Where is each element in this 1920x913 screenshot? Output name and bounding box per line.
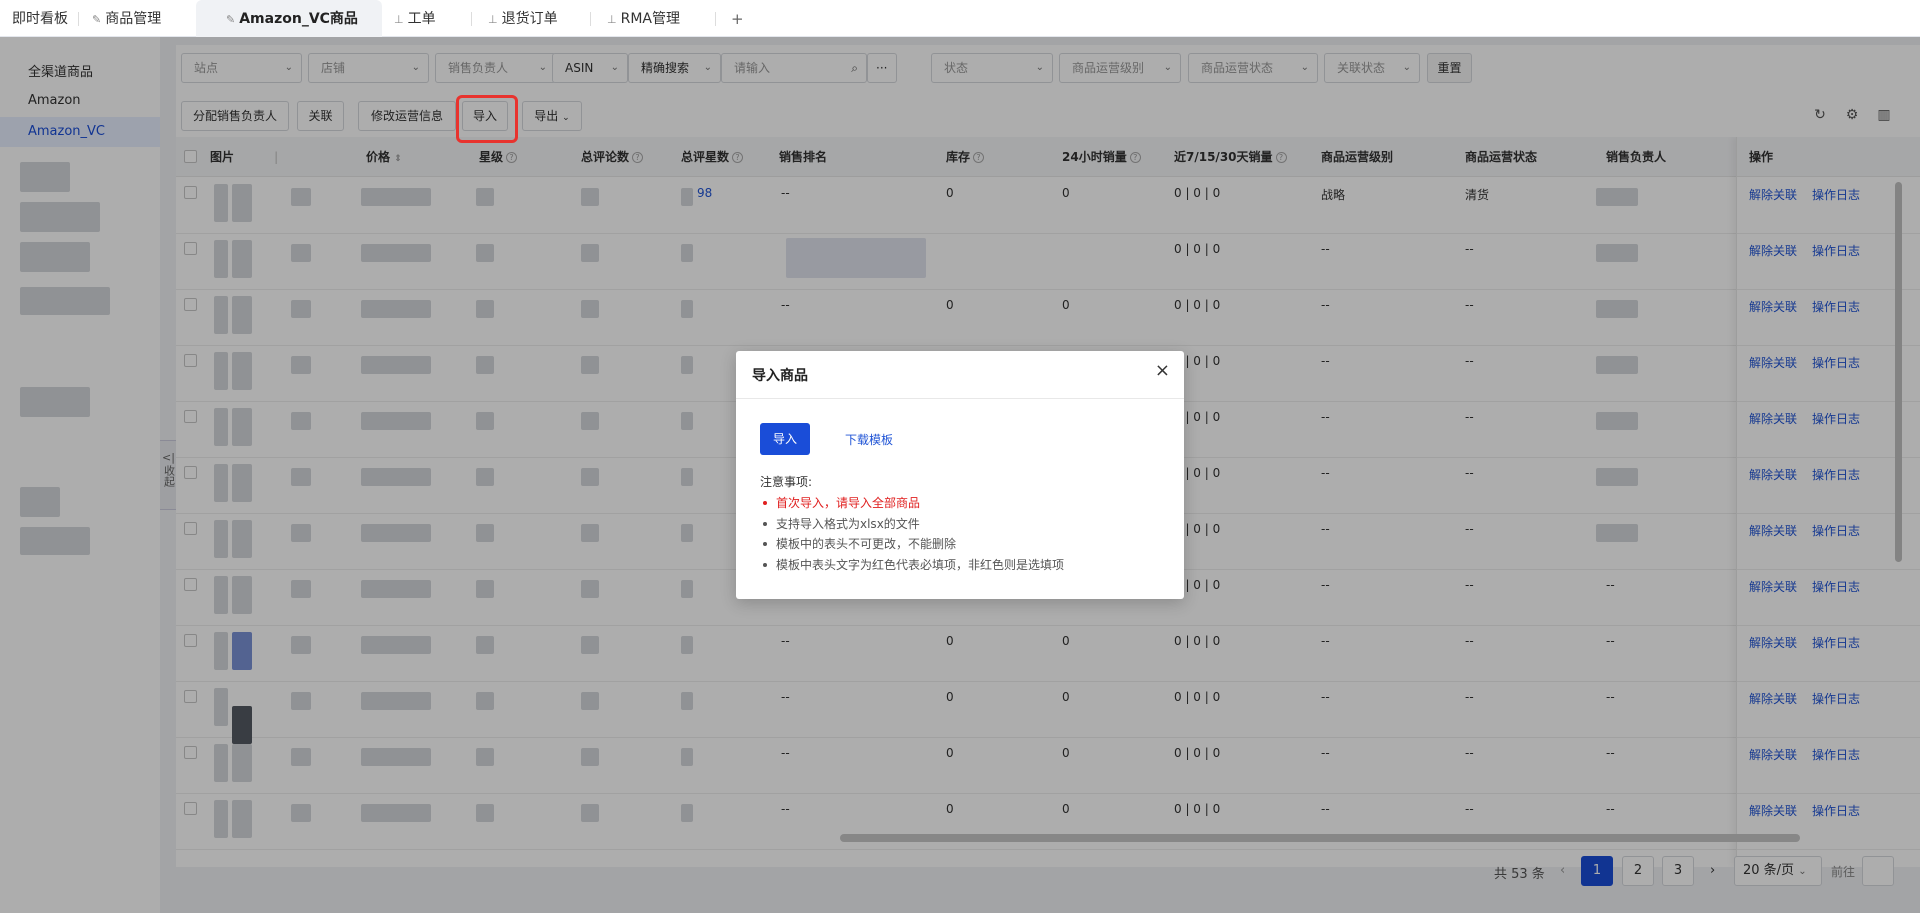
tab-work-order[interactable]: ⊥ 工单: [394, 0, 436, 37]
dialog-title: 导入商品: [752, 368, 808, 384]
close-icon[interactable]: ×: [1155, 361, 1170, 381]
import-products-dialog: 导入商品 × 导入 下载模板 注意事项: 首次导入，请导入全部商品 支持导入格式…: [736, 351, 1184, 599]
divider: [736, 398, 1184, 399]
tab-amazon-vc-products[interactable]: ✎ Amazon_VC商品: [196, 0, 382, 37]
tab-separator: [715, 12, 716, 26]
add-tab-button[interactable]: +: [731, 0, 744, 37]
dialog-import-button[interactable]: 导入: [760, 423, 810, 455]
pin-icon: ⊥: [488, 13, 498, 26]
tab-rma-management[interactable]: ⊥ RMA管理: [607, 0, 680, 37]
note-item: 模板中表头文字为红色代表必填项，非红色则是选填项: [760, 555, 1064, 576]
tab-return-orders[interactable]: ⊥ 退货订单: [488, 0, 558, 37]
tab-separator: [78, 12, 79, 26]
tab-dashboard[interactable]: 即时看板: [12, 0, 68, 37]
note-item: 支持导入格式为xlsx的文件: [760, 514, 1064, 535]
tab-separator: [471, 12, 472, 26]
note-item: 模板中的表头不可更改，不能删除: [760, 534, 1064, 555]
download-template-link[interactable]: 下载模板: [845, 431, 893, 448]
import-button-highlight: [456, 95, 518, 143]
pin-icon: ⊥: [394, 13, 404, 26]
pin-icon: ⊥: [607, 13, 617, 26]
pin-icon: ✎: [226, 13, 236, 26]
notes-list: 首次导入，请导入全部商品 支持导入格式为xlsx的文件 模板中的表头不可更改，不…: [760, 493, 1064, 575]
note-item: 首次导入，请导入全部商品: [760, 493, 1064, 514]
tab-product-management[interactable]: ✎ 商品管理: [92, 0, 161, 37]
notes-title: 注意事项:: [760, 475, 813, 489]
pin-icon: ✎: [92, 13, 102, 26]
tab-separator: [590, 12, 591, 26]
tab-bar: 即时看板 ✎ 商品管理 ✎ Amazon_VC商品 ⊥ 工单 ⊥ 退货订单 ⊥ RMA管理…: [0, 0, 1920, 37]
